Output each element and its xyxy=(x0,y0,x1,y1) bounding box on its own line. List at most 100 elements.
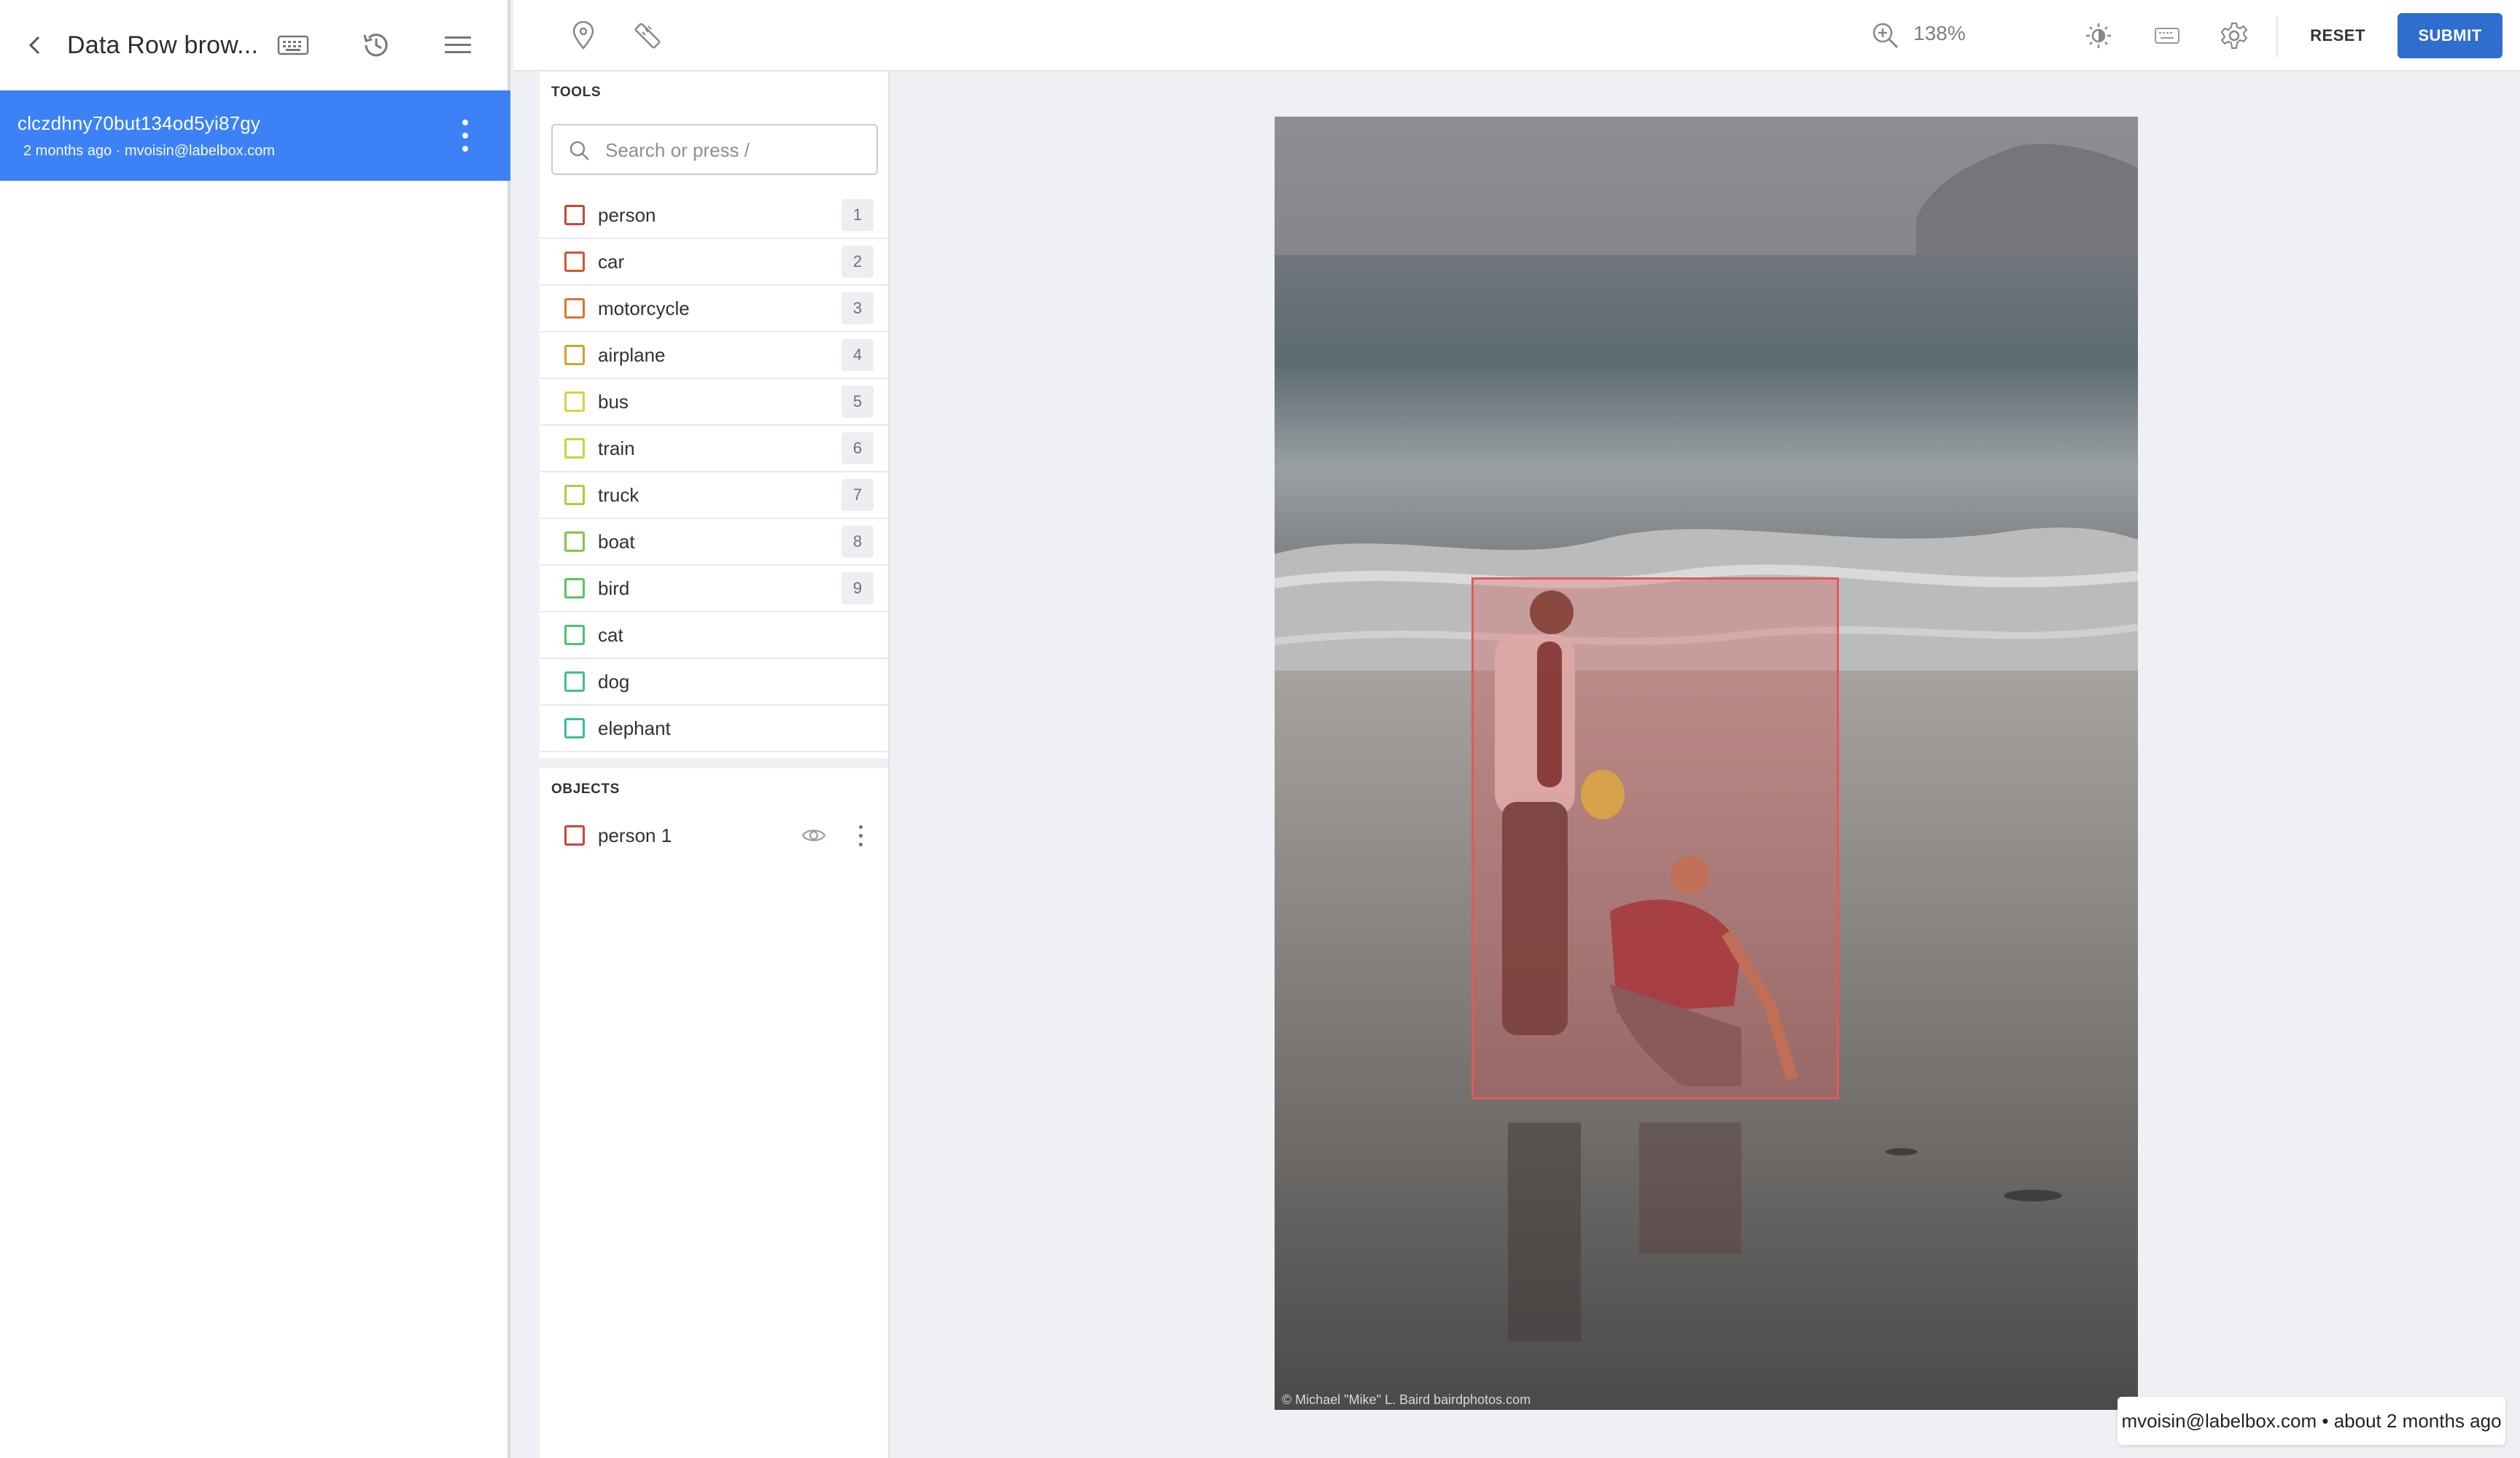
section-divider xyxy=(540,758,888,768)
tool-item-bird[interactable]: bird 9 xyxy=(540,566,888,612)
tool-hotkey: 2 xyxy=(841,246,874,278)
tool-hotkey: 3 xyxy=(841,292,874,324)
gear-icon xyxy=(2220,22,2248,50)
toolbar-divider xyxy=(2276,16,2278,57)
submit-button[interactable]: SUBMIT xyxy=(2398,13,2502,58)
tool-hotkey: 4 xyxy=(841,339,874,371)
kebab-dot xyxy=(462,133,468,139)
tool-item-label: motorcycle xyxy=(598,297,690,319)
brightness-icon xyxy=(2086,23,2111,48)
tool-search-input[interactable] xyxy=(605,134,868,166)
kebab-dot xyxy=(858,824,863,829)
object-item-person-1[interactable]: person 1 xyxy=(540,812,888,859)
history-panel: Data Row brow... clczdhny70but134od5yi87… xyxy=(0,0,510,1458)
tool-item-train[interactable]: train 6 xyxy=(540,426,888,472)
photo-credit: © Michael "Mike" L. Baird bairdphotos.co… xyxy=(1282,1392,1531,1407)
tool-item-label: bird xyxy=(598,577,630,599)
kebab-dot xyxy=(462,146,468,152)
class-color-swatch xyxy=(564,671,585,692)
search-icon xyxy=(569,141,589,160)
object-item-label: person 1 xyxy=(598,824,672,846)
class-color-swatch xyxy=(564,625,585,645)
tool-item-elephant[interactable]: elephant xyxy=(540,706,888,752)
zoom-in-icon xyxy=(1872,23,1899,49)
tool-item-label: boat xyxy=(598,530,635,553)
label-status-badge: mvoisin@labelbox.com • about 2 months ag… xyxy=(2118,1397,2505,1445)
tool-item-person[interactable]: person 1 xyxy=(540,192,888,239)
chevron-left-icon xyxy=(28,36,40,55)
kebab-dot xyxy=(858,833,863,838)
tool-item-label: truck xyxy=(598,483,639,506)
history-header: Data Row brow... xyxy=(0,0,508,90)
kebab-dot xyxy=(858,842,863,846)
tool-item-boat[interactable]: boat 8 xyxy=(540,519,888,566)
history-entry-more-button[interactable] xyxy=(458,120,472,152)
class-color-swatch xyxy=(564,438,585,459)
tool-item-label: bus xyxy=(598,390,629,413)
tools-panel: TOOLS person 1 car 2 motorcycle 3 airplane 4… xyxy=(540,71,890,1458)
brightness-button[interactable] xyxy=(2081,18,2116,53)
tool-search-box[interactable] xyxy=(551,124,878,175)
tool-hotkey: 5 xyxy=(841,386,874,418)
keyboard-icon xyxy=(2155,28,2179,44)
hamburger-menu-icon xyxy=(445,36,471,53)
tool-item-label: elephant xyxy=(598,717,671,739)
history-button[interactable] xyxy=(359,28,394,63)
tool-item-label: airplane xyxy=(598,343,666,366)
page-title: Data Row brow... xyxy=(67,31,259,59)
tool-item-label: dog xyxy=(598,670,630,693)
tool-hotkey: 9 xyxy=(841,572,874,604)
tool-item-truck[interactable]: truck 7 xyxy=(540,472,888,519)
settings-button[interactable] xyxy=(2217,18,2252,53)
history-entry[interactable]: clczdhny70but134od5yi87gy 2 months ago ·… xyxy=(0,90,510,181)
line-tool-button[interactable] xyxy=(630,18,665,53)
keyboard-shortcuts-toolbar-button[interactable] xyxy=(2150,18,2185,53)
labeling-canvas[interactable]: © Michael "Mike" L. Baird bairdphotos.co… xyxy=(891,71,2520,1458)
ruler-icon xyxy=(634,23,661,49)
class-color-swatch xyxy=(564,578,585,599)
tool-item-motorcycle[interactable]: motorcycle 3 xyxy=(540,286,888,332)
tool-item-cat[interactable]: cat xyxy=(540,612,888,659)
history-entry-meta: 2 months ago · mvoisin@labelbox.com xyxy=(23,143,275,159)
history-entry-id: clczdhny70but134od5yi87gy xyxy=(18,112,261,134)
class-color-swatch xyxy=(564,485,585,505)
kebab-dot xyxy=(462,120,468,125)
zoom-in-button[interactable] xyxy=(1868,18,1903,53)
class-color-swatch xyxy=(564,205,585,225)
tool-item-label: cat xyxy=(598,623,623,646)
class-color-swatch xyxy=(564,391,585,412)
tool-item-label: car xyxy=(598,250,625,273)
tool-list: person 1 car 2 motorcycle 3 airplane 4 bus 5 … xyxy=(540,192,888,752)
zoom-level[interactable]: 138% xyxy=(1913,22,1966,45)
tool-hotkey: 6 xyxy=(841,432,874,464)
history-icon xyxy=(363,34,388,57)
bounding-box-person-1[interactable] xyxy=(1471,577,1839,1099)
point-tool-button[interactable] xyxy=(566,18,601,53)
tool-hotkey: 7 xyxy=(841,479,874,511)
back-button[interactable] xyxy=(22,32,48,58)
keyboard-shortcuts-button[interactable] xyxy=(276,28,311,63)
object-more-button[interactable] xyxy=(855,822,866,849)
tool-hotkey: 1 xyxy=(841,199,874,231)
object-color-swatch xyxy=(564,825,585,846)
tools-section-label: TOOLS xyxy=(551,85,602,100)
eye-icon[interactable] xyxy=(801,822,827,849)
tool-item-airplane[interactable]: airplane 4 xyxy=(540,332,888,379)
tool-item-label: train xyxy=(598,437,635,459)
class-color-swatch xyxy=(564,252,585,272)
menu-button[interactable] xyxy=(440,28,475,63)
keyboard-icon xyxy=(277,35,309,55)
tool-item-car[interactable]: car 2 xyxy=(540,239,888,286)
editor-toolbar: 138% RESET SUBMIT xyxy=(513,0,2520,71)
class-color-swatch xyxy=(564,298,585,319)
class-color-swatch xyxy=(564,531,585,552)
tool-item-bus[interactable]: bus 5 xyxy=(540,379,888,426)
objects-section-label: OBJECTS xyxy=(551,781,620,797)
map-pin-icon xyxy=(572,21,594,50)
class-color-swatch xyxy=(564,345,585,365)
tool-hotkey: 8 xyxy=(841,526,874,558)
reset-button[interactable]: RESET xyxy=(2298,13,2377,58)
tool-item-dog[interactable]: dog xyxy=(540,659,888,706)
class-color-swatch xyxy=(564,718,585,738)
tool-item-label: person xyxy=(598,203,656,226)
